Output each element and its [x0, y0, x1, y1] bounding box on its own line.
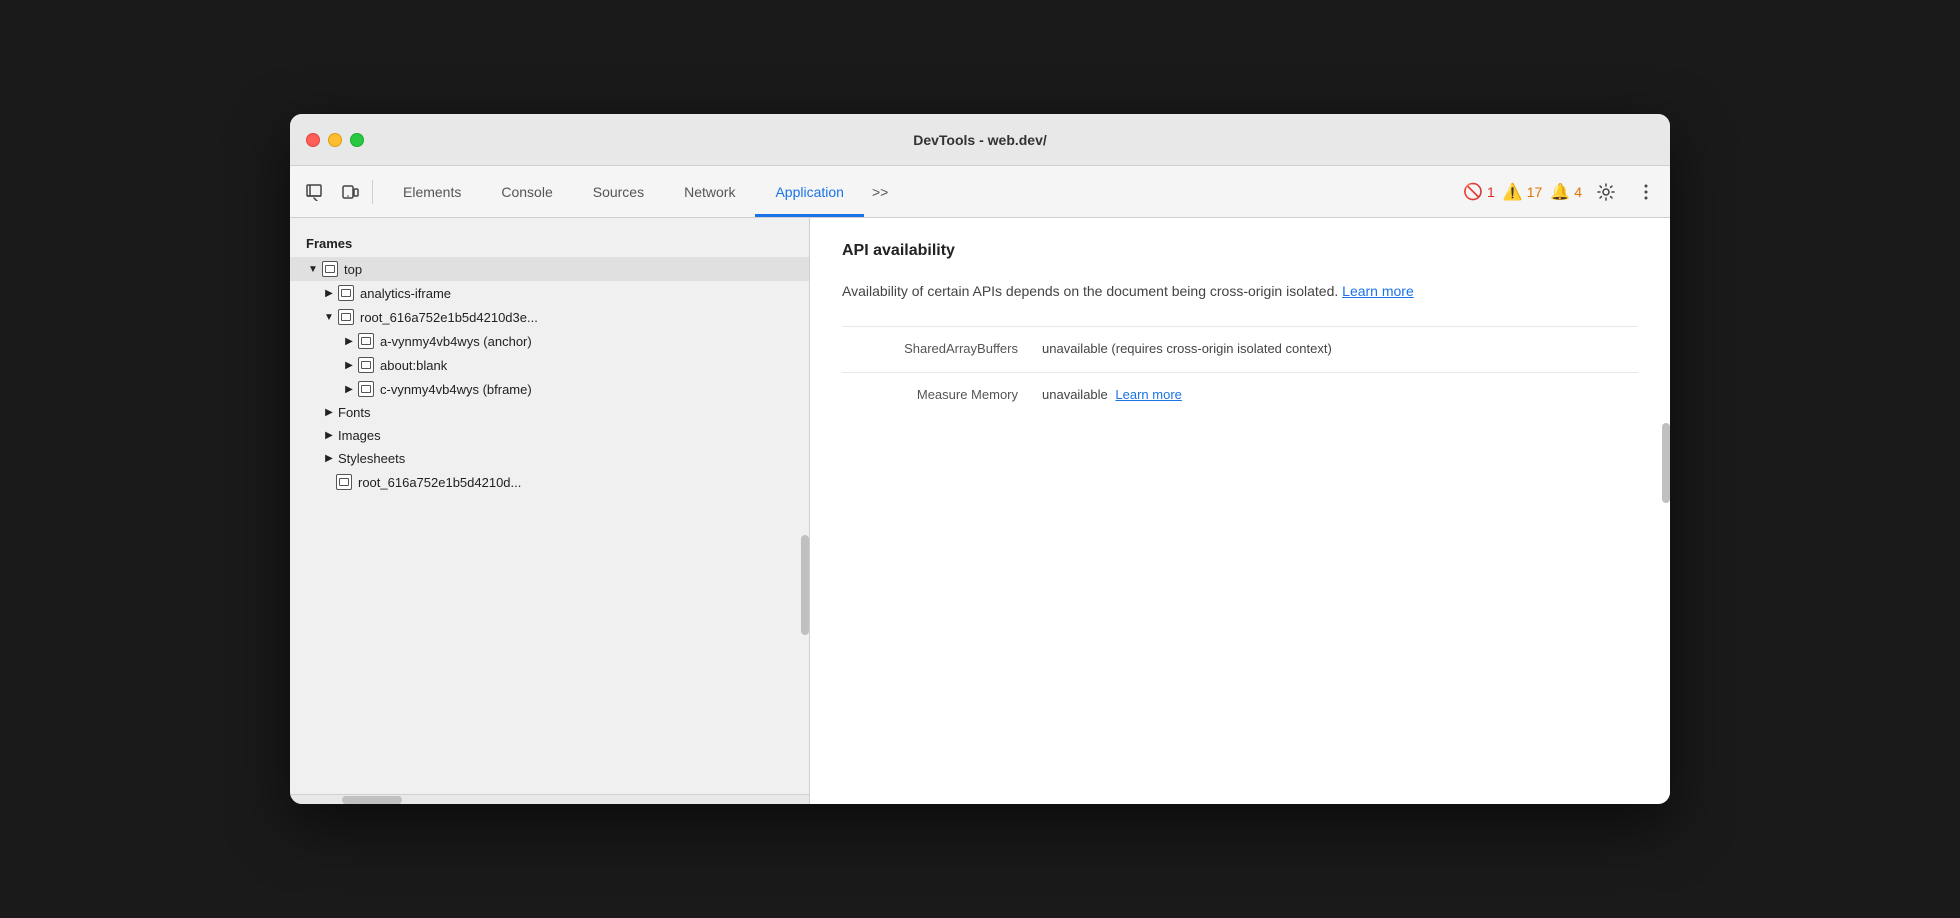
expand-icon [322, 310, 336, 324]
right-panel[interactable]: API availability Availability of certain… [810, 218, 1670, 804]
window-title: DevTools - web.dev/ [913, 132, 1047, 148]
error-count-badge[interactable]: 🚫 1 [1463, 182, 1495, 202]
scrollbar-thumb [801, 535, 809, 635]
info-icon: 🔔 [1550, 182, 1570, 202]
right-panel-scrollbar [1662, 218, 1670, 804]
warning-icon: ⚠️ [1503, 182, 1523, 202]
learn-more-link-2[interactable]: Learn more [1115, 387, 1181, 402]
frame-icon [358, 357, 374, 373]
sidebar-item-root2[interactable]: root_616a752e1b5d4210d... [290, 470, 809, 494]
devtools-window: DevTools - web.dev/ Elements Co [290, 114, 1670, 804]
more-options-button[interactable] [1630, 176, 1662, 208]
minimize-button[interactable] [328, 133, 342, 147]
toolbar: Elements Console Sources Network Applica… [290, 166, 1670, 218]
inspect-icon [305, 183, 323, 201]
sidebar-item-top[interactable]: top [290, 257, 809, 281]
right-panel-scrollbar-thumb [1662, 423, 1670, 503]
settings-button[interactable] [1590, 176, 1622, 208]
sidebar-item-analytics-iframe[interactable]: analytics-iframe [290, 281, 809, 305]
device-toggle-button[interactable] [334, 176, 366, 208]
info-count-badge[interactable]: 🔔 4 [1550, 182, 1582, 202]
tab-elements[interactable]: Elements [383, 169, 481, 217]
learn-more-link-1[interactable]: Learn more [1342, 283, 1414, 299]
tab-network[interactable]: Network [664, 169, 755, 217]
tab-sources[interactable]: Sources [573, 169, 664, 217]
sidebar-item-c-bframe[interactable]: c-vynmy4vb4wys (bframe) [290, 377, 809, 401]
tabs-container: Elements Console Sources Network Applica… [383, 166, 896, 217]
section-title: API availability [842, 242, 1638, 260]
sidebar-scroll-area[interactable]: Frames top analytics-iframe r [290, 218, 809, 794]
frame-icon [338, 285, 354, 301]
tab-console[interactable]: Console [481, 169, 572, 217]
frame-icon [358, 381, 374, 397]
expand-icon [322, 286, 336, 300]
title-bar: DevTools - web.dev/ [290, 114, 1670, 166]
sidebar-item-root[interactable]: root_616a752e1b5d4210d3e... [290, 305, 809, 329]
measure-memory-row: Measure Memory unavailable Learn more [842, 372, 1638, 418]
expand-icon [322, 406, 336, 420]
shared-array-buffers-row: SharedArrayBuffers unavailable (requires… [842, 326, 1638, 372]
horizontal-scrollbar-thumb [342, 796, 402, 804]
traffic-lights [306, 133, 364, 147]
frame-icon [358, 333, 374, 349]
shared-array-buffers-value: unavailable (requires cross-origin isola… [1042, 339, 1638, 360]
maximize-button[interactable] [350, 133, 364, 147]
api-description: Availability of certain APIs depends on … [842, 280, 1522, 302]
frame-icon [322, 261, 338, 277]
warning-count-badge[interactable]: ⚠️ 17 [1503, 182, 1543, 202]
device-icon [341, 183, 359, 201]
inspect-element-button[interactable] [298, 176, 330, 208]
main-content: Frames top analytics-iframe r [290, 218, 1670, 804]
measure-memory-value: unavailable Learn more [1042, 385, 1638, 406]
tab-application[interactable]: Application [755, 169, 864, 217]
expand-icon [306, 262, 320, 276]
measure-memory-label: Measure Memory [842, 385, 1042, 402]
expand-icon [322, 429, 336, 443]
sidebar-item-fonts[interactable]: Fonts [290, 401, 809, 424]
sidebar-item-about-blank[interactable]: about:blank [290, 353, 809, 377]
frame-icon [338, 309, 354, 325]
sidebar-horizontal-scrollbar[interactable] [290, 794, 809, 804]
expand-icon [322, 452, 336, 466]
sidebar-item-a-anchor[interactable]: a-vynmy4vb4wys (anchor) [290, 329, 809, 353]
more-vertical-icon [1644, 184, 1648, 200]
sidebar-section-frames: Frames [290, 230, 809, 257]
gear-icon [1597, 183, 1615, 201]
close-button[interactable] [306, 133, 320, 147]
expand-icon [342, 334, 356, 348]
expand-icon [342, 358, 356, 372]
error-icon: 🚫 [1463, 182, 1483, 202]
sidebar-item-stylesheets[interactable]: Stylesheets [290, 447, 809, 470]
sidebar-wrapper: Frames top analytics-iframe r [290, 218, 810, 804]
expand-icon [342, 382, 356, 396]
toolbar-divider-1 [372, 180, 373, 204]
more-tabs-button[interactable]: >> [864, 166, 896, 217]
sidebar-item-images[interactable]: Images [290, 424, 809, 447]
toolbar-right: 🚫 1 ⚠️ 17 🔔 4 [1463, 176, 1662, 208]
frame-icon [336, 474, 352, 490]
shared-array-buffers-label: SharedArrayBuffers [842, 339, 1042, 356]
